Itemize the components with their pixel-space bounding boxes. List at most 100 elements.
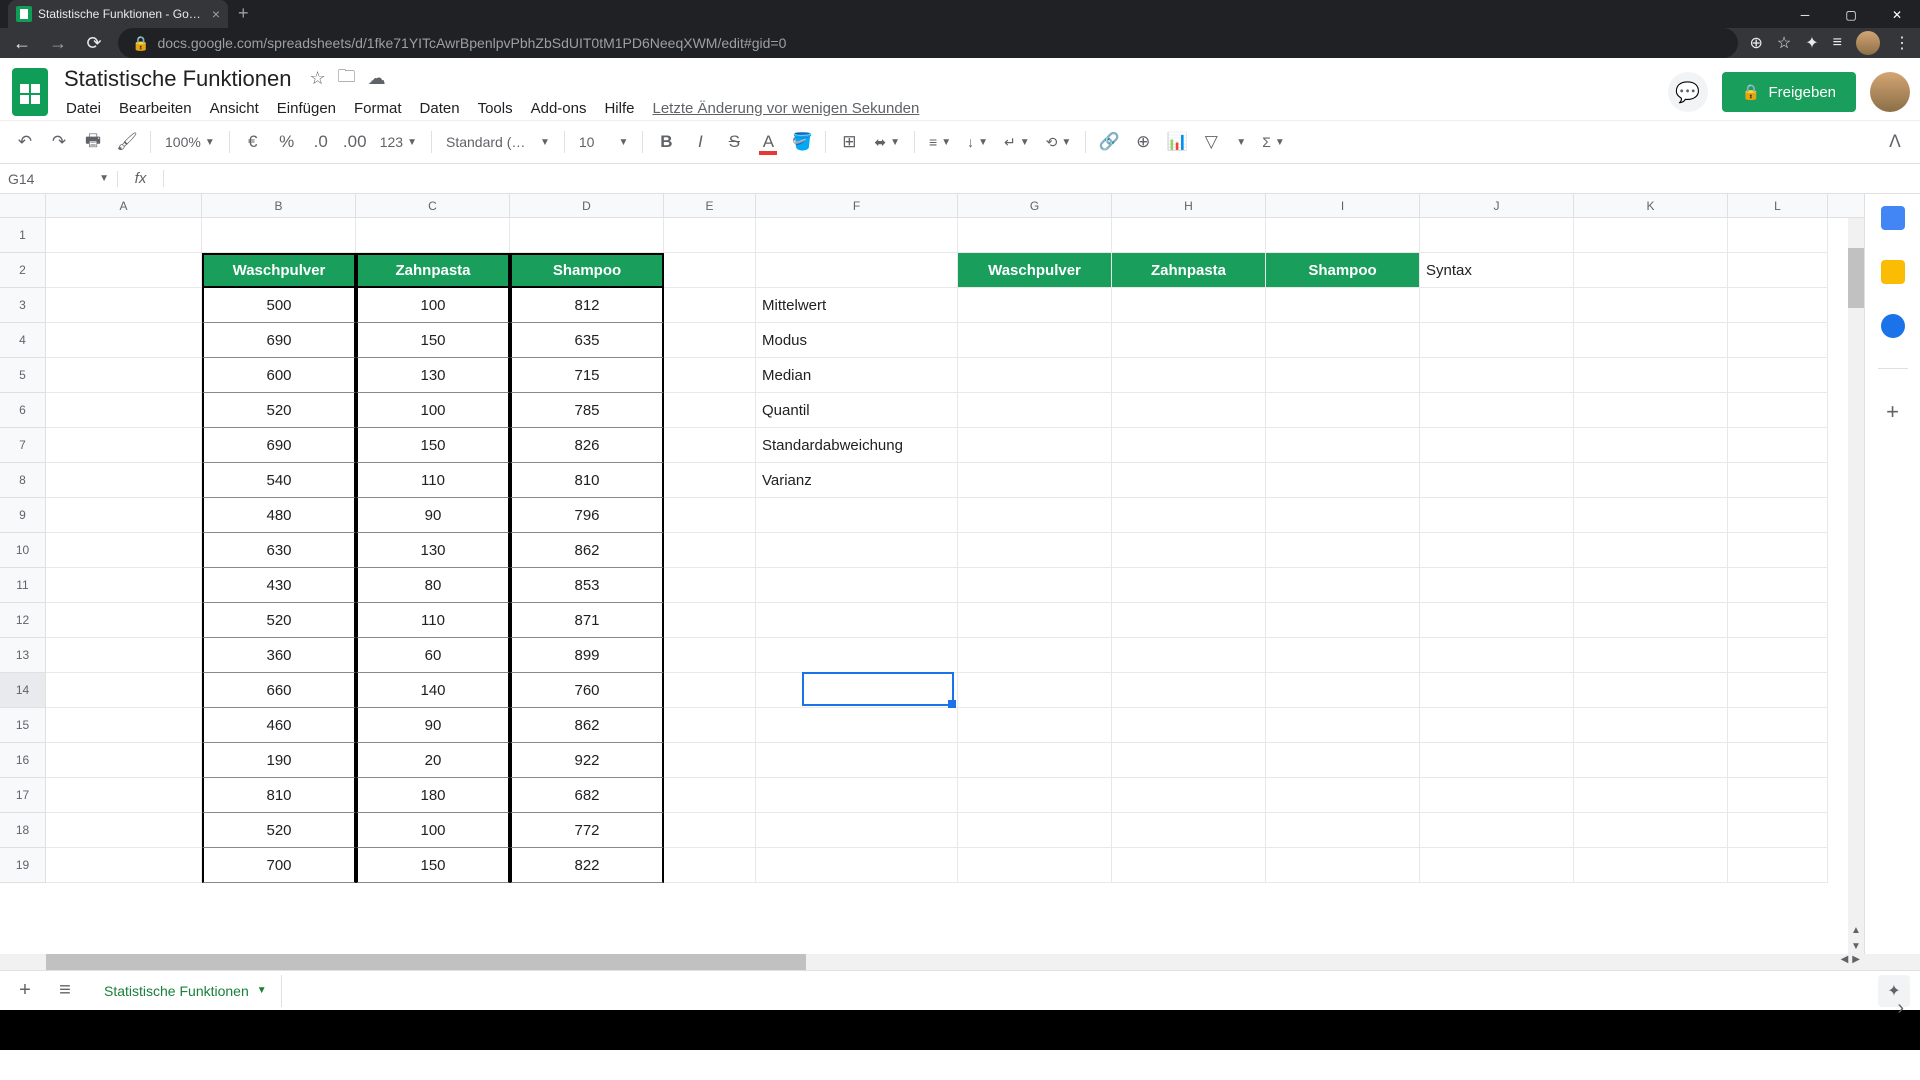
row-header-12[interactable]: 12 xyxy=(0,603,45,638)
cell-B1[interactable] xyxy=(202,218,356,253)
cell-L5[interactable] xyxy=(1728,358,1828,393)
cell-E9[interactable] xyxy=(664,498,756,533)
add-sheet-button[interactable]: + xyxy=(10,979,40,1002)
sheet-tab-active[interactable]: Statistische Funktionen ▼ xyxy=(90,975,282,1007)
cell-K1[interactable] xyxy=(1574,218,1728,253)
cell-K12[interactable] xyxy=(1574,603,1728,638)
merge-cells-button[interactable]: ⬌▼ xyxy=(868,134,906,151)
cell-J1[interactable] xyxy=(1420,218,1574,253)
sheets-logo[interactable] xyxy=(10,66,50,118)
profile-avatar-small[interactable] xyxy=(1856,31,1880,55)
spreadsheet-grid[interactable]: A B C D E F G H I J K L 1234567891011121… xyxy=(0,194,1864,954)
cell-I13[interactable] xyxy=(1266,638,1420,673)
cell-D5[interactable]: 715 xyxy=(510,358,664,393)
new-tab-button[interactable]: + xyxy=(238,3,249,24)
text-color-button[interactable]: A xyxy=(753,127,783,157)
cell-F8[interactable]: Varianz xyxy=(756,463,958,498)
row-header-16[interactable]: 16 xyxy=(0,743,45,778)
cell-B5[interactable]: 600 xyxy=(202,358,356,393)
cell-L7[interactable] xyxy=(1728,428,1828,463)
row-header-10[interactable]: 10 xyxy=(0,533,45,568)
cell-B9[interactable]: 480 xyxy=(202,498,356,533)
row-header-9[interactable]: 9 xyxy=(0,498,45,533)
maximize-button[interactable]: ▢ xyxy=(1828,0,1874,30)
row-header-6[interactable]: 6 xyxy=(0,393,45,428)
cell-D8[interactable]: 810 xyxy=(510,463,664,498)
filter-views-button[interactable]: ▼ xyxy=(1230,137,1252,148)
cell-L1[interactable] xyxy=(1728,218,1828,253)
cell-J15[interactable] xyxy=(1420,708,1574,743)
decrease-decimal-button[interactable]: .0 xyxy=(306,127,336,157)
cell-C10[interactable]: 130 xyxy=(356,533,510,568)
cell-B14[interactable]: 660 xyxy=(202,673,356,708)
row-header-19[interactable]: 19 xyxy=(0,848,45,883)
menu-datei[interactable]: Datei xyxy=(58,96,109,121)
cell-E14[interactable] xyxy=(664,673,756,708)
cell-H1[interactable] xyxy=(1112,218,1266,253)
row-header-2[interactable]: 2 xyxy=(0,253,45,288)
cell-I16[interactable] xyxy=(1266,743,1420,778)
cell-D9[interactable]: 796 xyxy=(510,498,664,533)
col-header-l[interactable]: L xyxy=(1728,194,1828,217)
cell-E13[interactable] xyxy=(664,638,756,673)
cell-B11[interactable]: 430 xyxy=(202,568,356,603)
currency-button[interactable]: € xyxy=(238,127,268,157)
cell-E17[interactable] xyxy=(664,778,756,813)
cell-J18[interactable] xyxy=(1420,813,1574,848)
cell-J9[interactable] xyxy=(1420,498,1574,533)
back-button[interactable]: ← xyxy=(10,33,34,54)
cell-H14[interactable] xyxy=(1112,673,1266,708)
cell-L9[interactable] xyxy=(1728,498,1828,533)
cell-F4[interactable]: Modus xyxy=(756,323,958,358)
cell-A9[interactable] xyxy=(46,498,202,533)
cell-H6[interactable] xyxy=(1112,393,1266,428)
cell-J4[interactable] xyxy=(1420,323,1574,358)
cell-E12[interactable] xyxy=(664,603,756,638)
cell-K13[interactable] xyxy=(1574,638,1728,673)
col-header-b[interactable]: B xyxy=(202,194,356,217)
cell-I19[interactable] xyxy=(1266,848,1420,883)
cell-H4[interactable] xyxy=(1112,323,1266,358)
close-tab-icon[interactable]: × xyxy=(212,6,220,22)
cell-G7[interactable] xyxy=(958,428,1112,463)
cell-F16[interactable] xyxy=(756,743,958,778)
cell-F2[interactable] xyxy=(756,253,958,288)
cell-B13[interactable]: 360 xyxy=(202,638,356,673)
cell-K6[interactable] xyxy=(1574,393,1728,428)
all-sheets-button[interactable]: ≡ xyxy=(50,979,80,1002)
cell-L6[interactable] xyxy=(1728,393,1828,428)
cell-E1[interactable] xyxy=(664,218,756,253)
cell-J13[interactable] xyxy=(1420,638,1574,673)
cell-G5[interactable] xyxy=(958,358,1112,393)
cell-L16[interactable] xyxy=(1728,743,1828,778)
cell-A17[interactable] xyxy=(46,778,202,813)
last-edit-link[interactable]: Letzte Änderung vor wenigen Sekunden xyxy=(644,96,927,121)
cell-K3[interactable] xyxy=(1574,288,1728,323)
fill-color-button[interactable]: 🪣 xyxy=(787,127,817,157)
cell-A7[interactable] xyxy=(46,428,202,463)
cell-A15[interactable] xyxy=(46,708,202,743)
col-header-a[interactable]: A xyxy=(46,194,202,217)
cell-H18[interactable] xyxy=(1112,813,1266,848)
cell-G8[interactable] xyxy=(958,463,1112,498)
cell-F15[interactable] xyxy=(756,708,958,743)
star-document-icon[interactable]: ☆ xyxy=(309,68,325,89)
cell-I10[interactable] xyxy=(1266,533,1420,568)
font-select[interactable]: Standard (…▼ xyxy=(440,134,556,150)
menu-bearbeiten[interactable]: Bearbeiten xyxy=(111,96,200,121)
scroll-down-arrow[interactable]: ▼ xyxy=(1848,938,1864,954)
cell-J7[interactable] xyxy=(1420,428,1574,463)
cell-D4[interactable]: 635 xyxy=(510,323,664,358)
cell-D18[interactable]: 772 xyxy=(510,813,664,848)
col-header-d[interactable]: D xyxy=(510,194,664,217)
number-format-select[interactable]: 123▼ xyxy=(374,134,423,150)
cell-K16[interactable] xyxy=(1574,743,1728,778)
cell-H16[interactable] xyxy=(1112,743,1266,778)
menu-einfuegen[interactable]: Einfügen xyxy=(269,96,344,121)
cell-I18[interactable] xyxy=(1266,813,1420,848)
cell-D12[interactable]: 871 xyxy=(510,603,664,638)
row-header-4[interactable]: 4 xyxy=(0,323,45,358)
cell-H5[interactable] xyxy=(1112,358,1266,393)
reload-button[interactable]: ⟳ xyxy=(82,33,106,54)
cell-D7[interactable]: 826 xyxy=(510,428,664,463)
